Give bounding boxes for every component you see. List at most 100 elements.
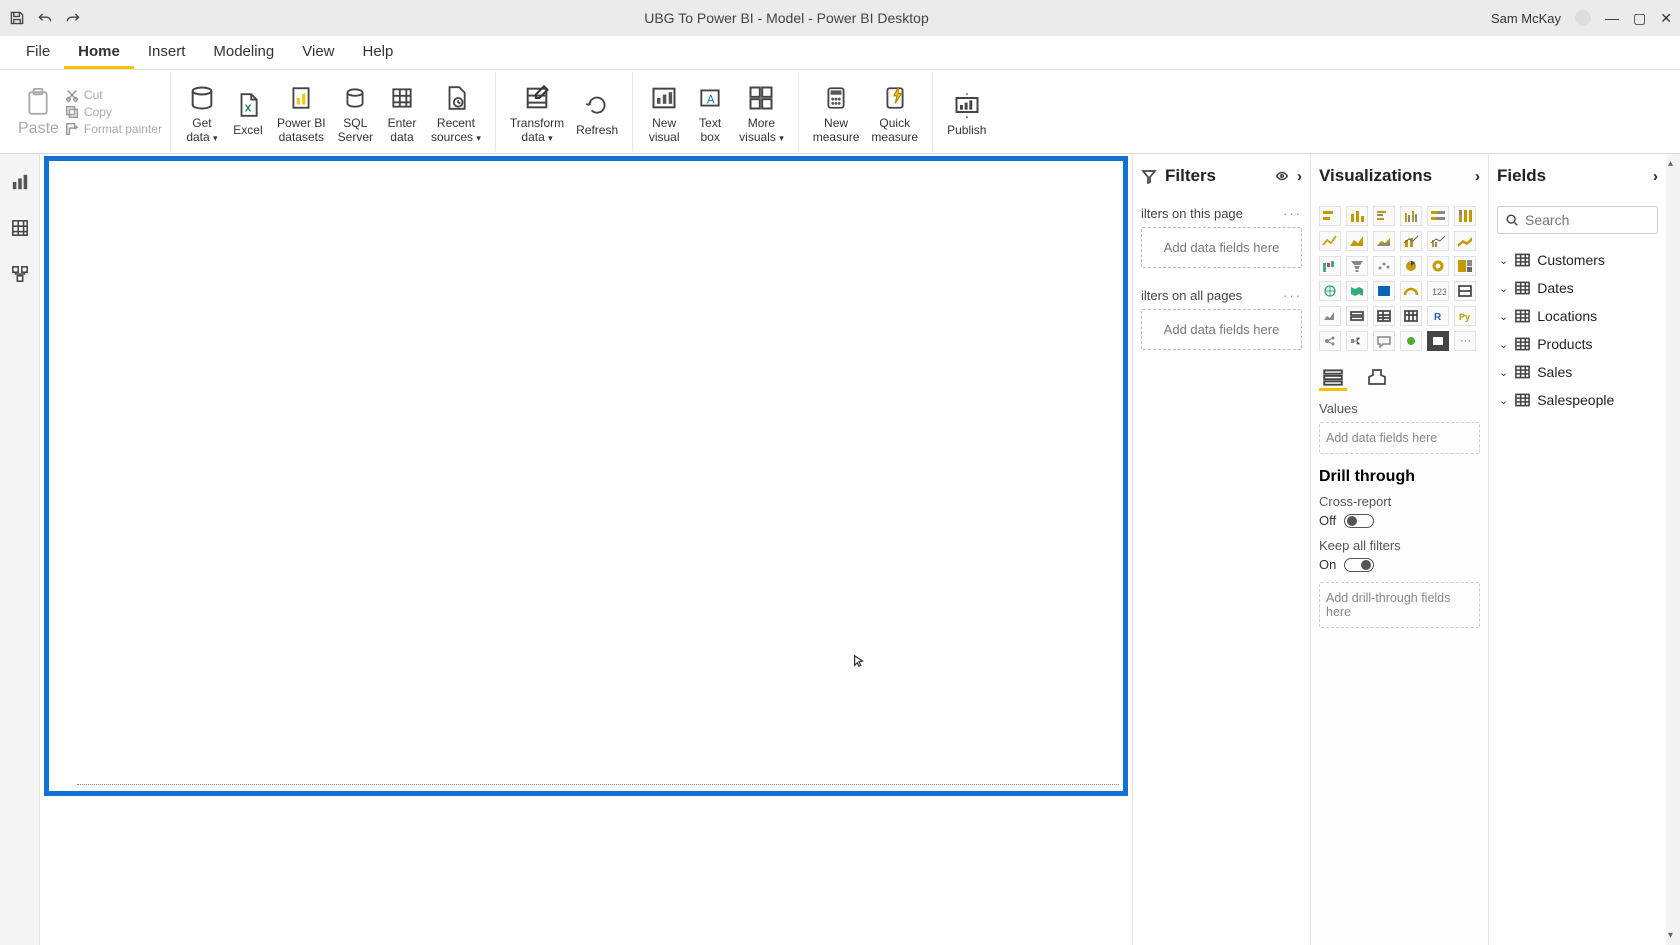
model-view-icon[interactable] xyxy=(10,264,30,284)
chevron-down-icon: ⌄ xyxy=(1499,394,1508,407)
viz-gauge[interactable] xyxy=(1400,281,1422,301)
field-table-sales[interactable]: ⌄Sales xyxy=(1497,358,1658,386)
redo-icon[interactable] xyxy=(64,9,82,27)
tab-insert[interactable]: Insert xyxy=(134,37,200,69)
viz-python[interactable]: Py xyxy=(1454,306,1476,326)
tab-help[interactable]: Help xyxy=(349,37,408,69)
svg-text:R: R xyxy=(1434,312,1442,323)
excel-button[interactable]: X Excel xyxy=(225,72,271,151)
publish-button[interactable]: Publish xyxy=(941,72,992,151)
collapse-icon[interactable]: › xyxy=(1653,168,1658,185)
viz-custom1[interactable] xyxy=(1400,331,1422,351)
pbi-datasets-button[interactable]: Power BI datasets xyxy=(271,72,332,151)
viz-clustered-column[interactable] xyxy=(1400,206,1422,226)
svg-text:123: 123 xyxy=(1432,287,1446,297)
new-measure-button[interactable]: New measure xyxy=(807,72,866,151)
new-visual-button[interactable]: New visual xyxy=(641,72,687,151)
tab-home[interactable]: Home xyxy=(64,37,134,69)
minimize-icon[interactable]: — xyxy=(1605,10,1619,27)
field-table-dates[interactable]: ⌄Dates xyxy=(1497,274,1658,302)
all-filter-drop[interactable]: Add data fields here xyxy=(1141,309,1302,350)
viz-card[interactable]: 123 xyxy=(1427,281,1449,301)
viz-waterfall[interactable] xyxy=(1319,256,1341,276)
viz-filled-map[interactable] xyxy=(1346,281,1368,301)
enter-data-button[interactable]: Enter data xyxy=(379,72,425,151)
format-tab[interactable] xyxy=(1363,365,1391,391)
recent-sources-button[interactable]: Recent sources ▾ xyxy=(425,72,487,151)
more-visuals-button[interactable]: More visuals ▾ xyxy=(733,72,790,151)
viz-area[interactable] xyxy=(1346,231,1368,251)
field-label: Locations xyxy=(1537,308,1597,324)
sql-server-button[interactable]: SQL Server xyxy=(332,72,379,151)
close-icon[interactable]: ✕ xyxy=(1660,10,1672,27)
avatar[interactable] xyxy=(1575,10,1591,26)
transform-data-button[interactable]: Transform data ▾ xyxy=(504,72,570,151)
text-box-button[interactable]: A Text box xyxy=(687,72,733,151)
more-icon[interactable]: ··· xyxy=(1283,206,1302,221)
viz-matrix[interactable] xyxy=(1400,306,1422,326)
cross-report-toggle[interactable] xyxy=(1344,514,1374,528)
quick-measure-button[interactable]: Quick measure xyxy=(865,72,924,151)
save-icon[interactable] xyxy=(8,9,26,27)
viz-scatter[interactable] xyxy=(1373,256,1395,276)
user-name[interactable]: Sam McKay xyxy=(1491,11,1561,26)
tab-view[interactable]: View xyxy=(288,37,348,69)
viz-line-clustered[interactable] xyxy=(1427,231,1449,251)
keep-filters-toggle[interactable] xyxy=(1344,558,1374,572)
viz-more[interactable]: ··· xyxy=(1454,331,1476,351)
fields-well-tab[interactable] xyxy=(1319,365,1347,391)
viz-donut[interactable] xyxy=(1427,256,1449,276)
viz-table[interactable] xyxy=(1373,306,1395,326)
maximize-icon[interactable]: ▢ xyxy=(1633,10,1646,27)
collapse-icon[interactable]: › xyxy=(1475,168,1480,185)
data-view-icon[interactable] xyxy=(10,218,30,238)
collapse-icon[interactable]: › xyxy=(1297,168,1302,185)
drill-through-drop[interactable]: Add drill-through fields here xyxy=(1319,582,1480,628)
viz-map[interactable] xyxy=(1319,281,1341,301)
report-view-icon[interactable] xyxy=(10,172,30,192)
undo-icon[interactable] xyxy=(36,9,54,27)
report-canvas[interactable] xyxy=(40,154,1132,945)
tab-modeling[interactable]: Modeling xyxy=(199,37,288,69)
get-data-button[interactable]: Get data ▾ xyxy=(179,72,225,151)
field-table-salespeople[interactable]: ⌄Salespeople xyxy=(1497,386,1658,414)
page-filter-drop[interactable]: Add data fields here xyxy=(1141,227,1302,268)
viz-line-column[interactable] xyxy=(1400,231,1422,251)
viz-kpi[interactable] xyxy=(1319,306,1341,326)
refresh-button[interactable]: Refresh xyxy=(570,72,624,151)
viz-slicer[interactable] xyxy=(1346,306,1368,326)
viz-funnel[interactable] xyxy=(1346,256,1368,276)
field-table-products[interactable]: ⌄Products xyxy=(1497,330,1658,358)
viz-100-column[interactable] xyxy=(1454,206,1476,226)
ribbon-group-calc: New measure Quick measure xyxy=(799,72,933,151)
viz-stacked-bar[interactable] xyxy=(1319,206,1341,226)
viz-treemap[interactable] xyxy=(1454,256,1476,276)
viz-qa[interactable] xyxy=(1373,331,1395,351)
field-table-locations[interactable]: ⌄Locations xyxy=(1497,302,1658,330)
viz-pie[interactable] xyxy=(1400,256,1422,276)
viz-line[interactable] xyxy=(1319,231,1341,251)
viz-azure-map[interactable] xyxy=(1373,281,1395,301)
table-icon xyxy=(1515,281,1530,295)
more-icon[interactable]: ··· xyxy=(1283,288,1302,303)
tab-file[interactable]: File xyxy=(12,37,64,69)
menu-bar: File Home Insert Modeling View Help xyxy=(0,36,1680,70)
viz-ribbon[interactable] xyxy=(1454,231,1476,251)
viz-stacked-column[interactable] xyxy=(1346,206,1368,226)
canvas-selection[interactable] xyxy=(44,156,1128,796)
visibility-icon[interactable] xyxy=(1275,169,1289,183)
viz-key-influencers[interactable] xyxy=(1319,331,1341,351)
scrollbar[interactable]: ▴ ▾ xyxy=(1666,154,1680,945)
viz-multi-card[interactable] xyxy=(1454,281,1476,301)
field-table-customers[interactable]: ⌄Customers xyxy=(1497,246,1658,274)
field-label: Dates xyxy=(1537,280,1574,296)
viz-100-bar[interactable] xyxy=(1427,206,1449,226)
fields-search[interactable]: Search xyxy=(1497,206,1658,234)
ribbon-group-queries: Transform data ▾ Refresh xyxy=(496,72,633,151)
values-drop[interactable]: Add data fields here xyxy=(1319,422,1480,454)
viz-custom2[interactable] xyxy=(1427,331,1449,351)
viz-stacked-area[interactable] xyxy=(1373,231,1395,251)
viz-decomposition[interactable] xyxy=(1346,331,1368,351)
viz-r[interactable]: R xyxy=(1427,306,1449,326)
viz-clustered-bar[interactable] xyxy=(1373,206,1395,226)
